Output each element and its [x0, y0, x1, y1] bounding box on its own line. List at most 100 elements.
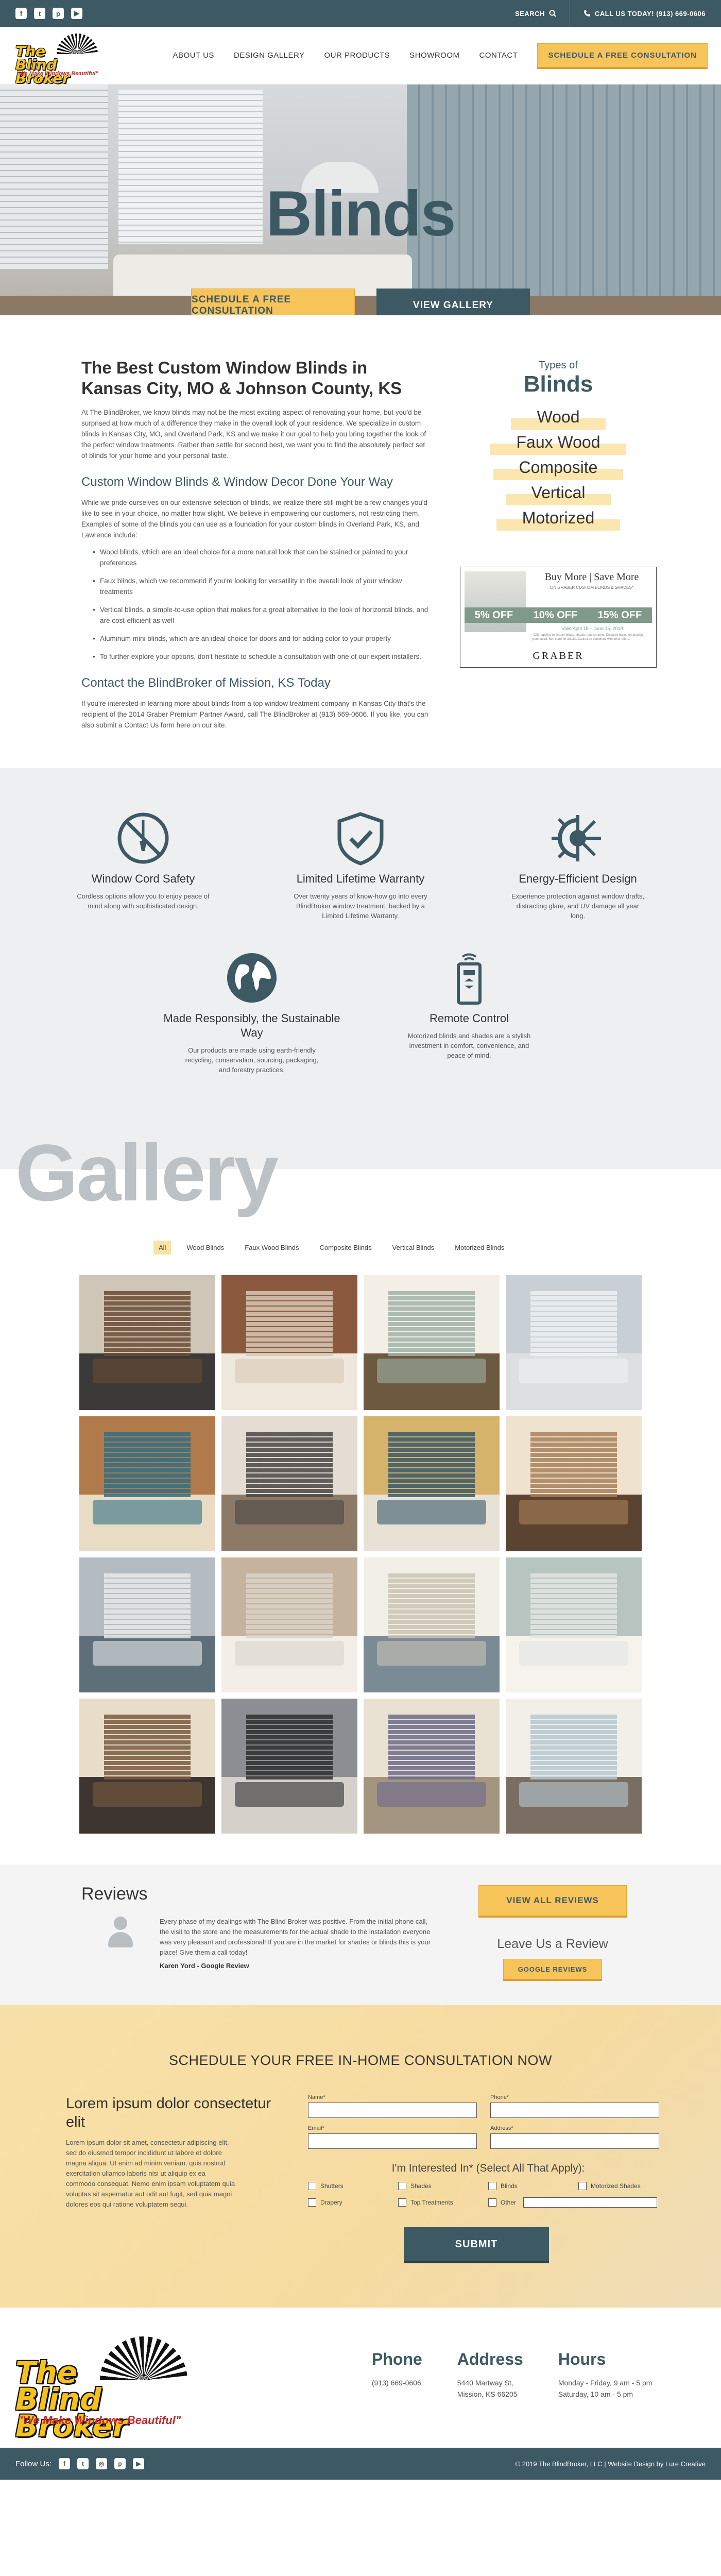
gallery-image-furniture	[377, 1500, 486, 1524]
filter-motorized-blinds[interactable]: Motorized Blinds	[450, 1241, 509, 1255]
filter-wood-blinds[interactable]: Wood Blinds	[181, 1241, 229, 1255]
reviews-title: Reviews	[81, 1884, 148, 1904]
checkbox-box[interactable]	[398, 2198, 406, 2207]
gallery-image[interactable]	[221, 1416, 357, 1551]
logo[interactable]: The Blind Broker "We Make Windows Beautif…	[15, 32, 103, 85]
nav-contact[interactable]: CONTACT	[479, 51, 518, 60]
ad-title: Buy More | Save More	[544, 571, 639, 583]
view-gallery-button[interactable]: VIEW GALLERY	[376, 289, 530, 315]
youtube-icon[interactable]: ▶	[133, 2458, 145, 2469]
nav-our-products[interactable]: OUR PRODUCTS	[324, 51, 390, 60]
footer-phone-number[interactable]: (913) 669-0606	[372, 2377, 422, 2388]
phone-field[interactable]	[490, 2103, 659, 2118]
gallery-image[interactable]	[506, 1699, 642, 1834]
checkbox-other[interactable]: Other	[488, 2197, 668, 2208]
gallery-image[interactable]	[506, 1275, 642, 1410]
hero-consultation-button[interactable]: SCHEDULE A FREE CONSULTATION	[191, 289, 355, 315]
blind-types-list: Wood blinds, which are an ideal choice f…	[81, 547, 430, 662]
nav-showroom[interactable]: SHOWROOM	[409, 51, 459, 60]
type-link-composite[interactable]: Composite	[493, 458, 624, 480]
gallery-image[interactable]	[506, 1557, 642, 1692]
filter-faux-wood-blinds[interactable]: Faux Wood Blinds	[239, 1241, 304, 1255]
type-link-faux-wood[interactable]: Faux Wood	[490, 433, 626, 455]
gallery-image-window	[246, 1432, 333, 1498]
gallery-image[interactable]	[364, 1699, 500, 1834]
checkbox-shutters[interactable]: Shutters	[308, 2182, 398, 2190]
facebook-icon[interactable]: f	[59, 2458, 71, 2469]
gallery-image[interactable]	[364, 1275, 500, 1410]
type-link-wood[interactable]: Wood	[511, 408, 606, 430]
checkbox-shades[interactable]: Shades	[398, 2182, 488, 2190]
gallery-grid	[0, 1275, 721, 1834]
intro-subheading: Custom Window Blinds & Window Decor Done…	[81, 475, 393, 489]
gallery-image[interactable]	[364, 1557, 500, 1692]
search-link[interactable]: SEARCH	[515, 10, 556, 18]
email-label: Email*	[308, 2125, 324, 2131]
checkbox-box[interactable]	[578, 2182, 587, 2190]
gallery-image[interactable]	[221, 1275, 357, 1410]
gallery-image[interactable]	[79, 1699, 215, 1834]
gallery-image[interactable]	[221, 1557, 357, 1692]
address-field[interactable]	[490, 2133, 659, 2149]
filter-vertical-blinds[interactable]: Vertical Blinds	[387, 1241, 440, 1255]
gallery-image[interactable]	[79, 1416, 215, 1551]
gallery-image-window	[246, 1715, 333, 1780]
call-link[interactable]: CALL US TODAY! (913) 669-0606	[583, 10, 706, 18]
twitter-icon[interactable]: t	[34, 8, 45, 19]
instagram-icon[interactable]: ◎	[96, 2458, 108, 2469]
feature-text: Motorized blinds and shades are a stylis…	[407, 1032, 531, 1059]
footer-address-line: Mission, KS 66205	[457, 2390, 518, 2398]
checkbox-box[interactable]	[398, 2182, 406, 2190]
checkbox-motorized-shades[interactable]: Motorized Shades	[578, 2182, 668, 2190]
checkbox-box[interactable]	[488, 2182, 496, 2190]
feature-title: Made Responsibly, the Sustainable Way	[163, 1012, 340, 1039]
checkbox-box[interactable]	[488, 2198, 496, 2207]
gallery-image-window	[104, 1573, 191, 1639]
type-link-vertical[interactable]: Vertical	[505, 483, 611, 505]
gallery-image[interactable]	[79, 1557, 215, 1692]
gallery-image-furniture	[235, 1500, 344, 1524]
twitter-icon[interactable]: t	[77, 2458, 89, 2469]
google-reviews-button[interactable]: GOOGLE REVIEWS	[503, 1959, 602, 1979]
footer-address-title: Address	[457, 2350, 523, 2368]
checkbox-drapery[interactable]: Drapery	[308, 2197, 398, 2208]
gallery-image-window	[530, 1715, 617, 1780]
gallery-image[interactable]	[79, 1275, 215, 1410]
header-consultation-button[interactable]: SCHEDULE A FREE CONSULTATION	[537, 43, 708, 67]
nav-about-us[interactable]: ABOUT US	[173, 51, 214, 60]
other-field[interactable]	[523, 2197, 658, 2208]
checkbox-box[interactable]	[308, 2198, 316, 2207]
list-item: Aluminum mini blinds, which are an ideal…	[93, 633, 430, 644]
facebook-icon[interactable]: f	[15, 8, 27, 19]
checkbox-blinds[interactable]: Blinds	[488, 2182, 578, 2190]
contact-heading: Contact the BlindBroker of Mission, KS T…	[81, 676, 331, 690]
address-label: Address*	[490, 2125, 513, 2131]
gallery-image-window	[530, 1432, 617, 1498]
pinterest-icon[interactable]: p	[114, 2458, 126, 2469]
gallery-image[interactable]	[506, 1416, 642, 1551]
types-eyebrow: Types of	[539, 360, 578, 371]
youtube-icon[interactable]: ▶	[71, 8, 82, 19]
checkbox-box[interactable]	[308, 2182, 316, 2190]
feature-card: Remote Control Motorized blinds and shad…	[379, 950, 559, 1075]
checkbox-top-treatments[interactable]: Top Treatments	[398, 2197, 488, 2208]
gallery-image-furniture	[377, 1359, 486, 1383]
gallery-image[interactable]	[364, 1416, 500, 1551]
promo-ad[interactable]: Buy More | Save More ON GRABER CUSTOM BL…	[460, 567, 657, 668]
nav-design-gallery[interactable]: DESIGN GALLERY	[234, 51, 305, 60]
gallery-image-furniture	[235, 1641, 344, 1666]
filter-all[interactable]: All	[153, 1241, 171, 1255]
filter-composite-blinds[interactable]: Composite Blinds	[314, 1241, 376, 1255]
intro-paragraph-2: While we pride ourselves on our extensiv…	[81, 499, 427, 539]
submit-button[interactable]: SUBMIT	[404, 2227, 549, 2261]
email-field[interactable]	[308, 2133, 477, 2149]
intro-section: The Best Custom Window Blinds in Kansas …	[0, 315, 721, 768]
gallery-image[interactable]	[221, 1699, 357, 1834]
type-link-motorized[interactable]: Motorized	[496, 509, 620, 531]
footer-logo[interactable]: The Blind Broker "We Make Windows Beautif…	[15, 2336, 191, 2441]
contact-paragraph: If you're interested in learning more ab…	[81, 700, 428, 729]
types-title: Blinds	[523, 371, 593, 397]
view-all-reviews-button[interactable]: VIEW ALL REVIEWS	[478, 1885, 627, 1916]
name-field[interactable]	[308, 2103, 477, 2118]
pinterest-icon[interactable]: p	[53, 8, 64, 19]
